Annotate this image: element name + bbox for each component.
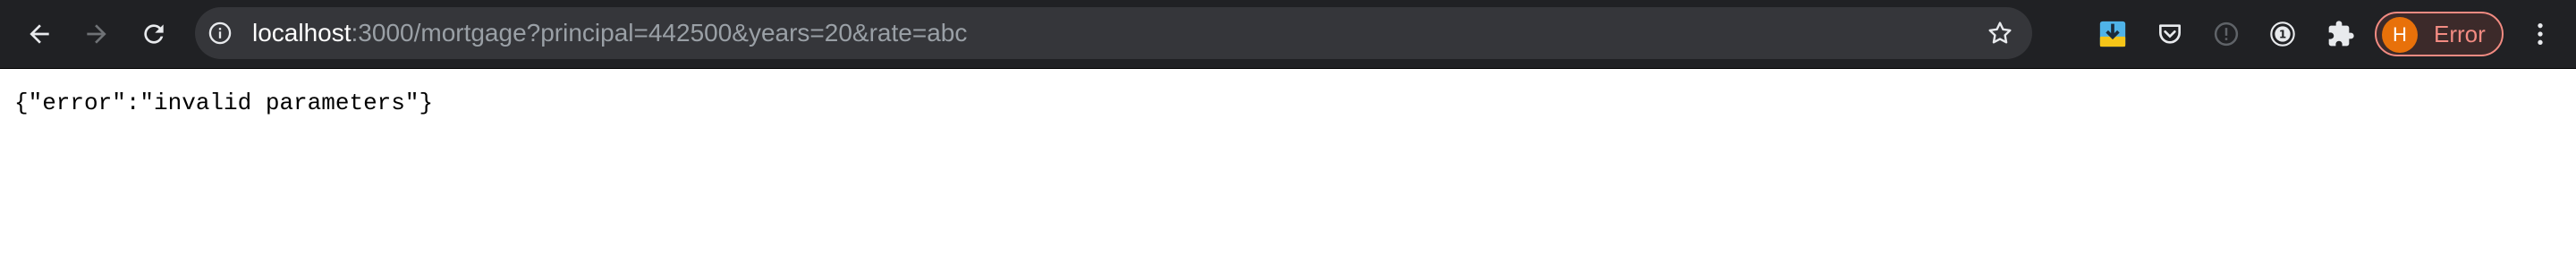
- back-button[interactable]: [21, 16, 57, 52]
- bookmark-star-icon[interactable]: [1986, 19, 2014, 47]
- puzzle-icon: [2328, 21, 2354, 47]
- reload-icon: [144, 24, 164, 44]
- profile-chip-label: Error: [2434, 21, 2486, 47]
- download-extension-icon: [2099, 21, 2126, 47]
- address-bar[interactable]: localhost:3000/mortgage?principal=442500…: [195, 7, 2032, 59]
- pocket-icon: [2159, 24, 2181, 44]
- browser-toolbar: localhost:3000/mortgage?principal=442500…: [0, 0, 2576, 69]
- password-manager-button[interactable]: 1: [2266, 17, 2300, 51]
- pocket-button[interactable]: [2153, 17, 2187, 51]
- disabled-extension-icon: [2214, 21, 2239, 47]
- svg-text:1: 1: [2279, 29, 2286, 41]
- url-host: localhost: [252, 19, 352, 47]
- menu-dots-icon: [2538, 23, 2543, 45]
- avatar: H: [2382, 17, 2418, 53]
- forward-icon: [87, 24, 106, 44]
- back-icon: [30, 24, 49, 44]
- download-extension-button[interactable]: [2096, 17, 2130, 51]
- disabled-extension-button[interactable]: [2209, 17, 2243, 51]
- extensions-button[interactable]: [2324, 17, 2358, 51]
- json-response-text: {"error":"invalid parameters"}: [14, 90, 434, 116]
- url-text[interactable]: localhost:3000/mortgage?principal=442500…: [252, 7, 967, 59]
- reload-button[interactable]: [136, 16, 172, 52]
- url-path: :3000/mortgage?principal=442500&years=20…: [351, 19, 968, 47]
- info-icon[interactable]: [208, 21, 233, 46]
- profile-error-chip[interactable]: H Error: [2375, 12, 2504, 56]
- forward-button[interactable]: [79, 16, 114, 52]
- password-manager-icon: 1: [2270, 21, 2295, 47]
- browser-menu-button[interactable]: [2522, 16, 2558, 52]
